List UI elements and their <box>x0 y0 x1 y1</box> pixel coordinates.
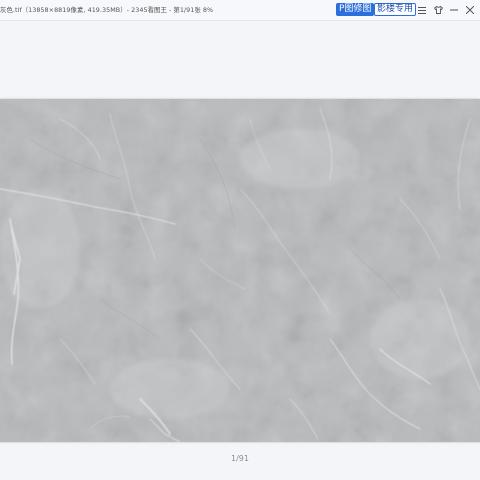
marble-image <box>0 99 480 442</box>
p-edit-button[interactable]: P图修图 <box>336 3 375 16</box>
window-controls <box>414 2 478 18</box>
shirt-icon[interactable] <box>430 2 446 18</box>
minimize-icon[interactable] <box>446 2 462 18</box>
page-indicator: 1/91 <box>231 454 249 463</box>
hamburger-menu-icon[interactable] <box>414 2 430 18</box>
studio-button[interactable]: 影楼专用 <box>374 3 417 16</box>
window-title: 灰色.tif（13858×8819像素, 419.35MB）- 2345看图王 … <box>0 6 214 14</box>
title-bar: 灰色.tif（13858×8819像素, 419.35MB）- 2345看图王 … <box>0 0 480 21</box>
image-viewer-canvas[interactable]: 1/91 <box>0 21 480 480</box>
close-icon[interactable] <box>462 2 478 18</box>
